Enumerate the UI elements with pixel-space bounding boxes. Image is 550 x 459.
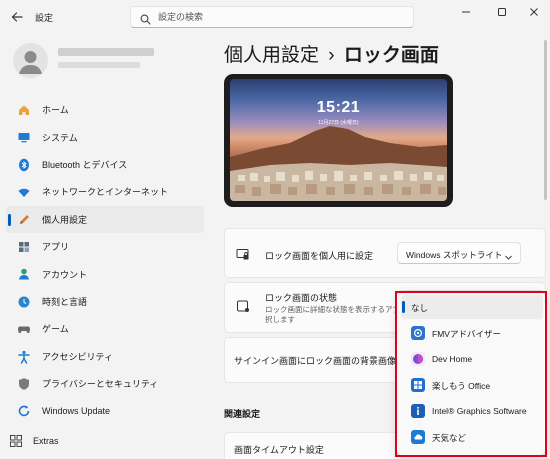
lock-personalize-dropdown[interactable]: Windows スポットライト	[397, 242, 521, 264]
related-settings-heading: 関連設定	[224, 409, 261, 419]
search-icon	[140, 12, 151, 25]
sidebar-nav: ホーム システム Bluetooth とデバイス ネットワークとインターネット …	[6, 96, 204, 425]
bluetooth-icon	[17, 158, 31, 172]
chevron-down-icon	[504, 249, 513, 260]
option-label: Dev Home	[432, 354, 473, 364]
sidebar-item-label: ホーム	[42, 105, 69, 116]
shield-icon	[17, 377, 31, 391]
sidebar-item-label: システム	[42, 132, 78, 143]
sidebar-item-gaming[interactable]: ゲーム	[6, 315, 204, 342]
sidebar-item-label: ネットワークとインターネット	[42, 187, 169, 198]
breadcrumb-current: ロック画面	[343, 45, 439, 66]
lock-screen-preview: 15:21 11月27日 (水曜日)	[224, 74, 453, 207]
lock-personalize-label: ロック画面を個人用に設定	[265, 251, 374, 261]
account-icon	[17, 267, 31, 281]
home-icon	[17, 103, 31, 117]
preview-clock: 15:21	[316, 99, 361, 116]
sidebar-item-home[interactable]: ホーム	[6, 96, 204, 123]
user-email-redacted	[58, 62, 140, 68]
sidebar-item-label: Windows Update	[42, 405, 111, 416]
option-weather[interactable]: 天気など	[401, 425, 543, 449]
sidebar-item-accounts[interactable]: アカウント	[6, 260, 204, 287]
lock-status-desc-line2: 択します	[265, 315, 295, 324]
sidebar-item-system[interactable]: システム	[6, 123, 204, 150]
sidebar-item-apps[interactable]: アプリ	[6, 233, 204, 260]
option-label: FMVアドバイザー	[432, 329, 501, 339]
option-office[interactable]: 楽しもう Office	[401, 373, 543, 397]
sidebar-item-label: プライバシーとセキュリティ	[42, 379, 159, 390]
lock-status-icon	[236, 299, 250, 313]
extras-label: Extras	[33, 436, 59, 446]
app-title: 設定	[35, 13, 54, 23]
dev-home-icon	[411, 352, 425, 366]
weather-icon	[411, 430, 425, 444]
scrollbar[interactable]	[544, 40, 547, 200]
option-label: 天気など	[432, 433, 467, 443]
lock-status-desc-line1: ロック画面に詳細な状態を表示するアプ	[265, 305, 400, 314]
option-none[interactable]: なし	[401, 295, 543, 319]
gamepad-icon	[17, 322, 31, 336]
back-arrow-icon[interactable]	[9, 9, 25, 25]
lock-screen-icon	[236, 247, 250, 261]
wifi-icon	[17, 185, 31, 199]
avatar[interactable]	[13, 43, 48, 78]
page-title: 個人用設定 › ロック画面	[224, 40, 439, 67]
sidebar-item-network[interactable]: ネットワークとインターネット	[6, 178, 204, 205]
sidebar-item-bluetooth[interactable]: Bluetooth とデバイス	[6, 151, 204, 178]
extras-grid-icon	[9, 434, 23, 448]
sidebar-item-privacy-security[interactable]: プライバシーとセキュリティ	[6, 370, 204, 397]
breadcrumb-separator: ›	[328, 45, 335, 66]
settings-window: 設定 ホーム システム Bl	[0, 0, 550, 459]
title-bar: 設定	[0, 0, 550, 34]
lock-status-label: ロック画面の状態	[265, 293, 338, 303]
user-name-redacted	[58, 48, 154, 56]
sidebar-item-personalization[interactable]: 個人用設定	[6, 205, 204, 233]
landscape-image	[230, 126, 447, 201]
search-input[interactable]	[158, 10, 398, 24]
accessibility-icon	[17, 350, 31, 364]
person-icon	[19, 51, 42, 74]
option-intel-graphics[interactable]: Intel® Graphics Software	[401, 399, 543, 423]
maximize-icon	[498, 8, 506, 16]
option-dev-home[interactable]: Dev Home	[401, 347, 543, 371]
option-fmv-advisor[interactable]: FMVアドバイザー	[401, 321, 543, 345]
lock-status-app-list: なし FMVアドバイザー Dev Home 楽しもう Office Intel®…	[396, 290, 546, 456]
monitor-icon	[17, 130, 31, 144]
screen-timeout-label: 画面タイムアウト設定	[234, 445, 324, 455]
minimize-button[interactable]	[448, 0, 484, 24]
sidebar-item-windows-update[interactable]: Windows Update	[6, 397, 204, 424]
minimize-icon	[462, 11, 470, 13]
fmv-advisor-icon	[411, 326, 425, 340]
apps-icon	[17, 240, 31, 254]
lock-personalize-value: Windows スポットライト	[406, 250, 503, 260]
preview-date: 11月27日 (水曜日)	[318, 120, 359, 126]
sidebar-item-label: 個人用設定	[42, 214, 88, 225]
sidebar-item-label: アクセシビリティ	[42, 351, 114, 362]
sidebar-item-label: 時刻と言語	[42, 296, 88, 307]
office-icon	[411, 378, 425, 392]
update-icon	[17, 404, 31, 418]
pencil-icon	[17, 213, 31, 227]
option-label: Intel® Graphics Software	[432, 406, 527, 416]
sidebar-item-extras[interactable]: Extras	[9, 432, 189, 450]
sidebar-item-time-language[interactable]: 時刻と言語	[6, 288, 204, 315]
option-label: 楽しもう Office	[432, 381, 491, 391]
option-label: なし	[411, 303, 429, 313]
signin-background-label: サインイン画面にロック画面の背景画像を表	[234, 356, 415, 366]
lock-screen-preview-image: 15:21 11月27日 (水曜日)	[230, 79, 447, 201]
globe-clock-icon	[17, 295, 31, 309]
intel-icon	[411, 404, 425, 418]
close-button[interactable]	[516, 0, 550, 24]
breadcrumb-parent[interactable]: 個人用設定	[224, 45, 319, 66]
sidebar-item-label: アプリ	[42, 242, 70, 253]
sidebar-item-label: アカウント	[42, 269, 88, 280]
search-box[interactable]	[130, 6, 414, 28]
sidebar-item-label: ゲーム	[42, 324, 69, 335]
sidebar-item-accessibility[interactable]: アクセシビリティ	[6, 343, 204, 370]
maximize-button[interactable]	[484, 0, 520, 24]
close-icon	[530, 8, 538, 16]
sidebar-item-label: Bluetooth とデバイス	[42, 159, 128, 170]
